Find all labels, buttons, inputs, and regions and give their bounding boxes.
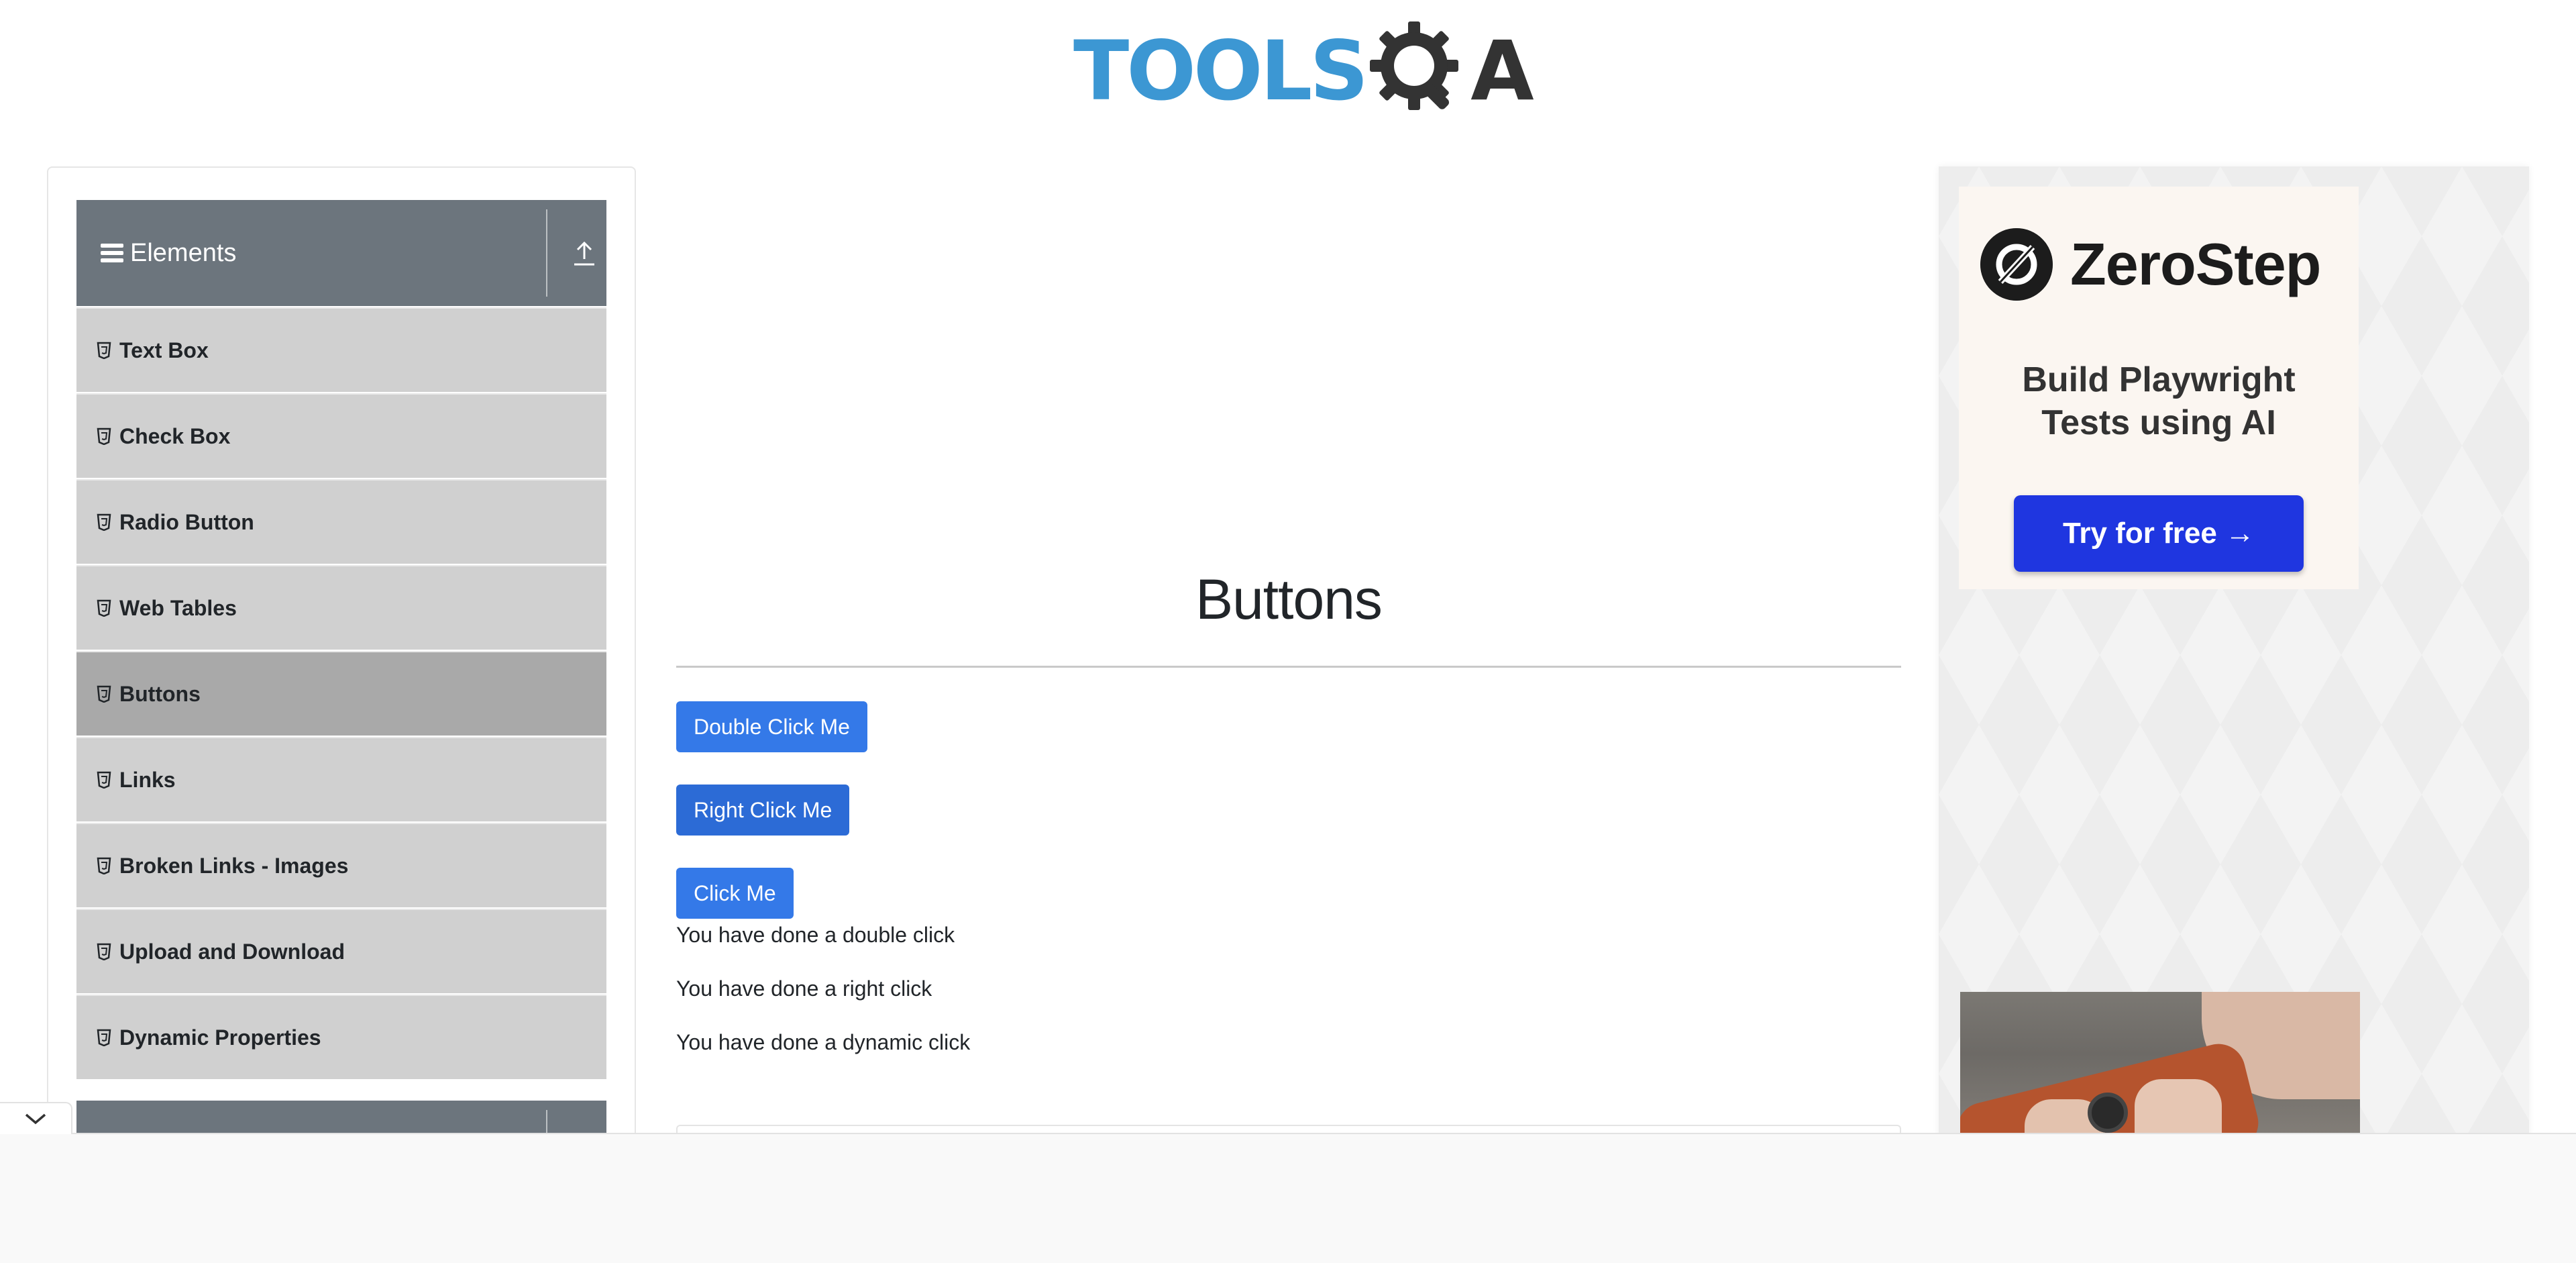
sidebar-item-label: Dynamic Properties (119, 1025, 321, 1050)
sidebar-item-label: Buttons (119, 681, 201, 706)
sidebar-item-text-box[interactable]: Text Box (76, 307, 606, 392)
html5-shield-icon (97, 427, 111, 445)
bottom-bar-toggle[interactable] (0, 1102, 72, 1134)
sidebar-item-links[interactable]: Links (76, 737, 606, 821)
html5-shield-icon (97, 599, 111, 617)
sidebar-item-upload-download[interactable]: Upload and Download (76, 909, 606, 993)
title-divider (676, 666, 1901, 668)
hamburger-icon (101, 244, 123, 262)
html5-shield-icon (97, 342, 111, 359)
top-ad-slot (678, 166, 1898, 502)
zerostep-logo-icon (1980, 228, 2053, 301)
sidebar-item-radio-button[interactable]: Radio Button (76, 479, 606, 564)
sidebar-item-dynamic-properties[interactable]: Dynamic Properties (76, 995, 606, 1079)
sidebar-item-label: Text Box (119, 338, 209, 362)
zerostep-tagline-line1: Build Playwright (2022, 360, 2296, 399)
zerostep-ad[interactable]: ZeroStep Build Playwright Tests using AI… (1959, 187, 2359, 589)
click-me-button[interactable]: Click Me (676, 868, 794, 919)
right-click-button[interactable]: Right Click Me (676, 785, 850, 836)
right-click-message: You have done a right click (676, 976, 932, 1001)
elements-group-title: Elements (130, 238, 237, 267)
html5-shield-icon (97, 685, 111, 703)
zerostep-tagline: Build Playwright Tests using AI (1959, 358, 2359, 444)
sidebar-item-label: Broken Links - Images (119, 853, 349, 878)
sidebar-item-label: Upload and Download (119, 939, 345, 964)
photo-ad-image[interactable] (1960, 992, 2360, 1146)
bottom-ad-bar (0, 1133, 2576, 1263)
left-sidebar: Elements Text Box Check Box Radio Button… (47, 166, 636, 1146)
double-click-message: You have done a double click (676, 923, 955, 947)
html5-shield-icon (97, 1029, 111, 1046)
dynamic-click-message: You have done a dynamic click (676, 1030, 971, 1054)
toolsqa-logo[interactable]: TOOLS A (1073, 19, 1534, 123)
elements-menu-list: Text Box Check Box Radio Button Web Tabl… (76, 307, 606, 1080)
zerostep-brand: ZeroStep (2070, 231, 2321, 297)
page-title: Buttons (1195, 568, 1383, 631)
right-ad-panel: ZeroStep Build Playwright Tests using AI… (1939, 166, 2529, 1146)
html5-shield-icon (97, 857, 111, 874)
sidebar-item-label: Check Box (119, 423, 231, 448)
elements-group-header[interactable]: Elements (76, 200, 606, 306)
sidebar-item-broken-links[interactable]: Broken Links - Images (76, 823, 606, 907)
sidebar-item-check-box[interactable]: Check Box (76, 393, 606, 478)
site-header: TOOLS A (0, 0, 2576, 141)
header-divider (546, 209, 547, 297)
logo-text-a: A (1470, 23, 1534, 119)
photo-knob-shape (2088, 1093, 2128, 1133)
try-for-free-button[interactable]: Try for free → (2014, 495, 2304, 572)
sidebar-item-label: Links (119, 767, 176, 792)
zerostep-tagline-line2: Tests using AI (2041, 403, 2276, 442)
sidebar-item-web-tables[interactable]: Web Tables (76, 565, 606, 650)
gear-magnifier-icon (1370, 21, 1459, 110)
html5-shield-icon (97, 771, 111, 789)
logo-text-tools: TOOLS (1073, 23, 1368, 119)
chevron-down-icon (25, 1113, 46, 1125)
sidebar-item-buttons[interactable]: Buttons (76, 651, 606, 736)
html5-shield-icon (97, 513, 111, 531)
upload-arrow-icon[interactable] (572, 239, 597, 267)
html5-shield-icon (97, 943, 111, 960)
sidebar-item-label: Web Tables (119, 595, 237, 620)
zerostep-logo: ZeroStep (1980, 228, 2321, 301)
sidebar-item-label: Radio Button (119, 509, 254, 534)
double-click-button[interactable]: Double Click Me (676, 701, 867, 752)
